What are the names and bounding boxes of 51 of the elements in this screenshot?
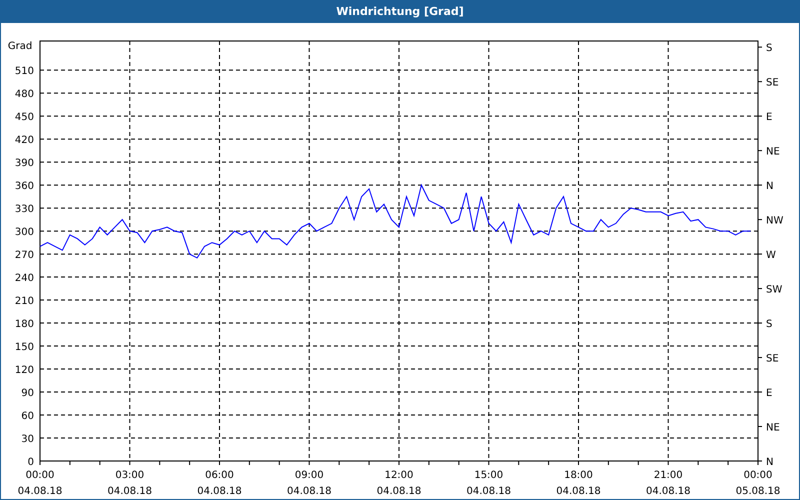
x-tick-label: 15:00 <box>474 470 504 481</box>
y-tick-label: 390 <box>14 158 34 170</box>
y-tick-label: 420 <box>14 135 34 146</box>
y-tick-label: 330 <box>14 204 34 216</box>
x-tick-label: 00:00 <box>744 470 772 481</box>
compass-label: E <box>766 388 772 400</box>
y-tick-label: 180 <box>14 319 34 330</box>
y-tick-label: 510 <box>14 66 34 78</box>
x-tick-date: 04.08.18 <box>556 486 601 497</box>
x-tick-label: 21:00 <box>654 470 683 481</box>
compass-label: N <box>766 181 774 192</box>
x-tick-label: 06:00 <box>205 470 234 481</box>
compass-label: N <box>766 457 774 468</box>
y-tick-label: 240 <box>14 273 34 284</box>
window-title: Windrichtung [Grad] <box>1 1 799 23</box>
y-tick-label: 30 <box>21 434 34 445</box>
y-axis-label: Grad <box>8 41 32 52</box>
compass-label: SW <box>766 284 782 296</box>
y-tick-label: 450 <box>14 112 34 124</box>
y-tick-label: 210 <box>14 296 34 308</box>
y-tick-label: 480 <box>14 89 34 100</box>
x-tick-date: 04.08.18 <box>646 486 691 497</box>
x-tick-label: 12:00 <box>384 470 414 481</box>
compass-label: NE <box>766 146 780 158</box>
compass-label: SE <box>766 354 779 365</box>
y-tick-label: 120 <box>14 365 34 376</box>
compass-label: E <box>766 112 772 124</box>
compass-label: S <box>766 319 772 330</box>
y-tick-label: 150 <box>14 342 34 354</box>
y-tick-label: 360 <box>14 181 34 192</box>
x-tick-date: 04.08.18 <box>286 486 332 497</box>
compass-label: SE <box>766 78 779 89</box>
x-tick-date: 04.08.18 <box>197 486 242 497</box>
x-tick-label: 09:00 <box>294 470 324 481</box>
compass-label: NW <box>766 216 784 227</box>
y-tick-label: 60 <box>21 411 34 422</box>
compass-label: NE <box>766 422 780 434</box>
y-tick-label: 270 <box>14 250 34 262</box>
x-tick-date: 04.08.18 <box>107 486 152 497</box>
x-tick-date: 04.08.18 <box>376 486 422 497</box>
x-tick-date: 04.08.18 <box>466 486 512 497</box>
y-tick-label: 90 <box>21 388 34 400</box>
y-tick-label: 300 <box>14 227 34 238</box>
x-tick-date: 05.08.18 <box>736 486 780 497</box>
compass-label: S <box>766 43 772 54</box>
y-tick-label: 0 <box>28 457 34 468</box>
x-tick-date: 04.08.18 <box>18 486 62 497</box>
compass-label: W <box>766 250 776 262</box>
x-tick-label: 03:00 <box>115 470 144 481</box>
x-tick-label: 18:00 <box>564 470 593 481</box>
x-tick-label: 00:00 <box>26 470 54 481</box>
